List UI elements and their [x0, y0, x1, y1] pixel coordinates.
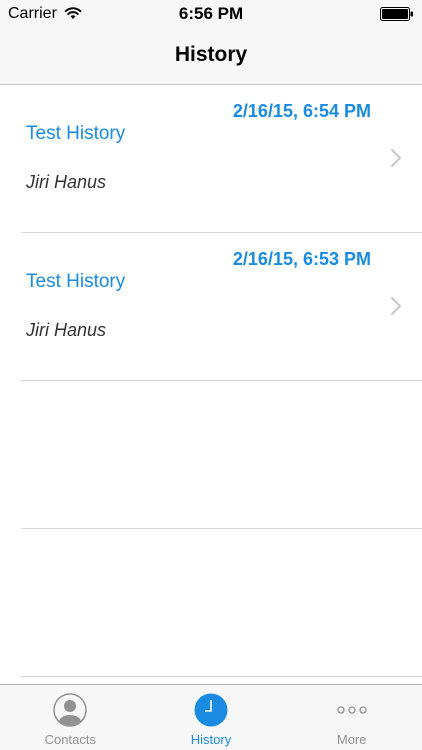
empty-row: [0, 381, 422, 529]
tab-label: More: [336, 732, 367, 747]
contacts-icon: [53, 693, 88, 727]
navigation-bar: History: [0, 28, 422, 85]
clock-icon: [194, 693, 228, 727]
tab-label: Contacts: [44, 732, 96, 747]
more-icon: [337, 706, 367, 714]
history-date: 2/16/15, 6:54 PM: [232, 101, 371, 121]
history-list: 2/16/15, 6:54 PM Test History Jiri Hanus…: [0, 85, 422, 677]
page-title: History: [174, 43, 248, 66]
history-title: Test History: [26, 271, 126, 292]
status-time: 6:56 PM: [178, 4, 244, 23]
battery-icon: [380, 7, 413, 21]
chevron-right-icon: [391, 297, 401, 315]
history-author: Jiri Hanus: [26, 320, 107, 340]
tab-history[interactable]: History: [141, 685, 282, 750]
history-row[interactable]: 2/16/15, 6:54 PM Test History Jiri Hanus: [0, 85, 422, 233]
status-bar: Carrier 6:56 PM: [0, 0, 422, 28]
chevron-right-icon: [391, 149, 401, 167]
history-row[interactable]: 2/16/15, 6:53 PM Test History Jiri Hanus: [0, 233, 422, 381]
empty-row: [0, 529, 422, 677]
tab-more[interactable]: More: [281, 685, 422, 750]
tab-label: History: [190, 732, 232, 747]
history-title: Test History: [26, 123, 126, 144]
tab-bar: Contacts History More: [0, 684, 422, 750]
screen: Carrier 6:56 PM History 2/16/15, 6:54 PM…: [0, 0, 422, 750]
history-date: 2/16/15, 6:53 PM: [232, 249, 371, 269]
tab-contacts[interactable]: Contacts: [0, 685, 141, 750]
history-author: Jiri Hanus: [26, 172, 107, 192]
